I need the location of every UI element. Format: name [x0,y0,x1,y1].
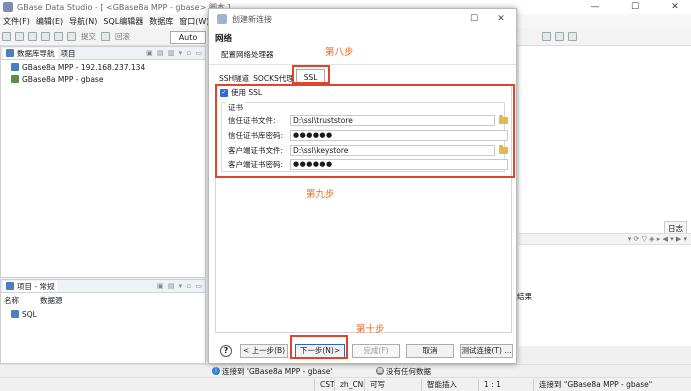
back-button[interactable]: < 上一步(B) [240,344,288,358]
tab-database-navigator[interactable]: 数据库导航 [3,47,58,59]
database-icon [11,75,19,83]
toolbar-right-icon-3[interactable] [568,32,577,41]
close-window-button[interactable]: ✕ [660,0,690,14]
toolbar-right-icon-1[interactable] [542,32,551,41]
rollback-icon[interactable] [101,32,110,41]
window-title: GBase Data Studio - [ <GBase8a MPP - gba… [17,2,231,12]
rollback-button[interactable]: 回滚 [115,31,130,42]
menu-file[interactable]: 文件(F) [0,16,33,27]
menu-edit[interactable]: 编辑(E) [33,16,66,27]
info-icon: i [212,367,220,375]
tree-item-connection-ip[interactable]: GBase8a MPP - 192.168.237.134 [1,61,205,73]
tab-ssh-tunnel[interactable]: SSH隧道 [217,71,251,85]
tab-database-navigator-label: 数据库导航 [17,48,55,58]
dialog-close-button[interactable]: ✕ [494,12,508,26]
menu-navigate[interactable]: 导航(N) [66,16,100,27]
editor-area [519,46,691,346]
connect-icon[interactable] [15,32,24,41]
results-toolbar[interactable]: ▾ ⟳ ▽ ◈ ▸ ◀ ▾ ▶ ▾ [519,233,691,245]
menu-database[interactable]: 数据库 [146,16,176,27]
status-cursor-position: 1 : 1 [478,378,506,391]
navigator-header: 数据库导航 项目 ▣ ▤ ▥ ▾ ▫ ▭ [1,47,205,60]
status-mode: 可写 [364,378,390,391]
finish-button[interactable]: 完成(F) [352,344,400,358]
help-icon[interactable]: ? [220,345,232,357]
annotation-box-ssl-settings [215,84,515,178]
status-bar-bottom: CST zh_CN 可写 智能插入 1 : 1 连接到 "GBase8a MPP… [0,377,691,391]
test-connection-button[interactable]: 测试连接(T) ... [460,344,513,358]
grid-icon: ▦ [376,367,384,375]
cancel-button[interactable]: 取消 [406,344,454,358]
app-logo-icon [3,2,13,12]
folder-icon [11,310,19,318]
disconnect-icon[interactable] [28,32,37,41]
toolbar-right-icon-2[interactable] [555,32,564,41]
sql-editor-icon[interactable] [54,32,63,41]
project-item-label: SQL [22,309,37,319]
project-toolbar-icons[interactable]: ▣ ▤ ▾ ▫ ▭ [157,282,205,290]
project-table-header: 名称 数据源 [1,293,205,308]
dialog-titlebar: 创建新连接 ☐ ✕ [209,9,516,29]
tab-projects-label: 项目 [60,48,76,58]
status-bar-top: i 连接到 'GBase8a MPP - gbase' ▦ 没有任何数据 [0,364,691,377]
refresh-icon[interactable] [41,32,50,41]
database-icon [11,63,19,71]
tree-item-label: GBase8a MPP - 192.168.237.134 [22,62,146,72]
auto-commit-select[interactable]: Auto [170,31,206,44]
project-pane-header: 项目 - 常规 ▣ ▤ ▾ ▫ ▭ [1,280,205,293]
results-label: 结果 [517,292,532,301]
tab-project-general[interactable]: 项目 - 常规 [3,280,58,292]
dialog-title: 创建新连接 [232,14,272,24]
status-connected: i 连接到 'GBase8a MPP - gbase' [212,366,332,377]
annotation-box-ssl-tab [292,65,330,84]
column-name: 名称 [4,296,19,305]
dialog-button-row: ? < 上一步(B) 下一步(N)> 完成(F) 取消 测试连接(T) ... [209,339,518,363]
annotation-step-9: 第九步 [306,189,335,200]
create-connection-dialog: 创建新连接 ☐ ✕ 网络 配置网络处理器 SSH隧道 SOCKS代理 SSL ✓… [208,8,517,364]
column-datasource: 数据源 [40,296,63,305]
menu-window[interactable]: 窗口(W) [176,16,212,27]
submit-button[interactable]: 提交 [81,31,96,42]
dialog-maximize-button[interactable]: ☐ [467,12,481,26]
new-connection-icon[interactable] [2,32,11,41]
project-icon [6,282,14,290]
tab-socks-proxy[interactable]: SOCKS代理 [251,71,296,85]
annotation-step-8: 第八步 [325,47,354,58]
navigator-icon [6,49,14,57]
tree-item-label: GBase8a MPP - gbase [22,74,104,84]
project-pane: 项目 - 常规 ▣ ▤ ▾ ▫ ▭ 名称 数据源 SQL [0,279,206,364]
dialog-header-title: 网络 [215,34,233,44]
dialog-header-subtitle: 配置网络处理器 [221,50,274,59]
dialog-header: 网络 配置网络处理器 [209,29,516,65]
annotation-box-next-button [290,335,348,359]
minimize-button[interactable]: — [580,0,610,14]
tree-item-connection-gbase[interactable]: GBase8a MPP - gbase [1,73,205,85]
dialog-app-icon [217,14,227,24]
maximize-button[interactable]: ☐ [620,0,650,14]
submit-icon[interactable] [67,32,76,41]
tab-log-label: 日志 [668,224,683,233]
navigator-toolbar-icons[interactable]: ▣ ▤ ▥ ▾ ▫ ▭ [146,49,205,57]
status-connection-message: 连接到 "GBase8a MPP - gbase" [533,378,657,391]
status-insert-mode: 智能插入 [421,378,462,391]
database-navigator-pane: 数据库导航 项目 ▣ ▤ ▥ ▾ ▫ ▭ GBase8a MPP - 192.1… [0,46,206,278]
status-connected-text: 连接到 'GBase8a MPP - gbase' [222,366,333,376]
status-no-data-text: 没有任何数据 [386,366,431,376]
tab-project-general-label: 项目 - 常规 [17,281,55,291]
tab-projects[interactable]: 项目 [58,48,79,59]
menu-sql-editor[interactable]: SQL编辑器 [100,16,146,27]
annotation-step-10: 第十步 [356,324,385,335]
status-no-data: ▦ 没有任何数据 [376,366,431,377]
project-item-sql[interactable]: SQL [1,308,205,320]
